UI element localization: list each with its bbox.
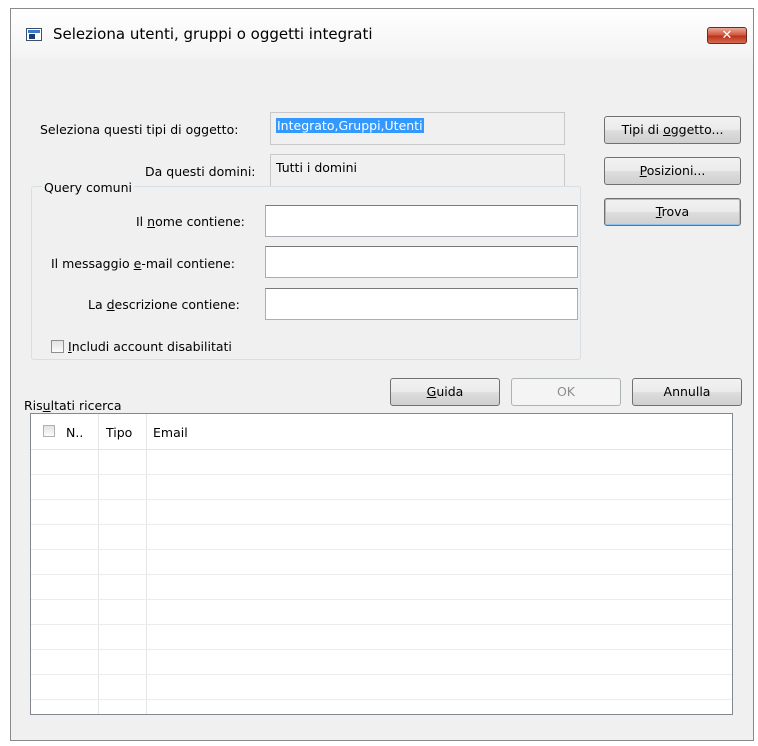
row-gridline (31, 549, 732, 550)
row-gridline (31, 599, 732, 600)
name-contains-label: Il nome contiene: (136, 214, 245, 229)
search-results-label: Risultati ricerca (24, 398, 122, 413)
window-title: Seleziona utenti, gruppi o oggetti integ… (53, 25, 373, 43)
column-header-email[interactable]: Email (153, 425, 188, 440)
help-button-label: uida (436, 384, 464, 399)
domains-field: Tutti i domini (270, 154, 565, 187)
title-bar[interactable]: Seleziona utenti, gruppi o oggetti integ… (11, 9, 753, 59)
object-types-button[interactable]: Tipi di oggetto... (604, 116, 741, 144)
close-button[interactable]: ✕ (707, 27, 747, 44)
row-gridline (31, 624, 732, 625)
row-gridline (31, 524, 732, 525)
find-button-label: rova (661, 204, 690, 219)
column-header-name[interactable]: N.. (66, 425, 83, 440)
domains-label: Da questi domini: (145, 164, 256, 179)
row-gridline (31, 474, 732, 475)
description-contains-label: La descrizione contiene: (88, 297, 240, 312)
help-button[interactable]: Guida (390, 378, 500, 406)
object-types-button-label-a: Tipi di (621, 122, 664, 137)
ok-button[interactable]: OK (511, 378, 621, 406)
common-queries-legend: Query comuni (42, 180, 134, 195)
find-button[interactable]: Trova (604, 198, 741, 226)
row-gridline (31, 674, 732, 675)
close-icon: ✕ (721, 28, 733, 43)
locations-button-label: osizioni... (646, 163, 706, 178)
locations-button-accesskey: P (639, 163, 647, 178)
email-contains-input[interactable] (265, 246, 578, 278)
include-disabled-label[interactable]: Includi account disabilitati (68, 339, 232, 354)
object-types-button-accesskey: o (663, 122, 671, 137)
locations-button[interactable]: Posizioni... (604, 157, 741, 185)
include-disabled-checkbox[interactable] (51, 340, 64, 353)
domains-value: Tutti i domini (276, 160, 357, 175)
object-types-label: Seleziona questi tipi di oggetto: (40, 122, 239, 137)
help-button-accesskey: G (426, 384, 437, 399)
window-icon (26, 28, 42, 41)
row-gridline (31, 574, 732, 575)
results-header (31, 414, 732, 450)
cancel-button[interactable]: Annulla (632, 378, 742, 406)
object-types-button-label-b: ggetto... (670, 122, 724, 137)
object-types-field[interactable]: Integrato,Gruppi,Utenti (270, 112, 565, 145)
select-all-checkbox[interactable] (43, 425, 55, 437)
description-contains-input[interactable] (265, 288, 578, 320)
search-results-list[interactable]: N.. Tipo Email (30, 413, 733, 715)
row-gridline (31, 499, 732, 500)
row-gridline (31, 699, 732, 700)
column-header-type[interactable]: Tipo (106, 425, 132, 440)
name-contains-input[interactable] (265, 205, 578, 237)
email-contains-label: Il messaggio e-mail contiene: (51, 256, 235, 271)
object-types-value: Integrato,Gruppi,Utenti (276, 118, 424, 133)
row-gridline (31, 649, 732, 650)
